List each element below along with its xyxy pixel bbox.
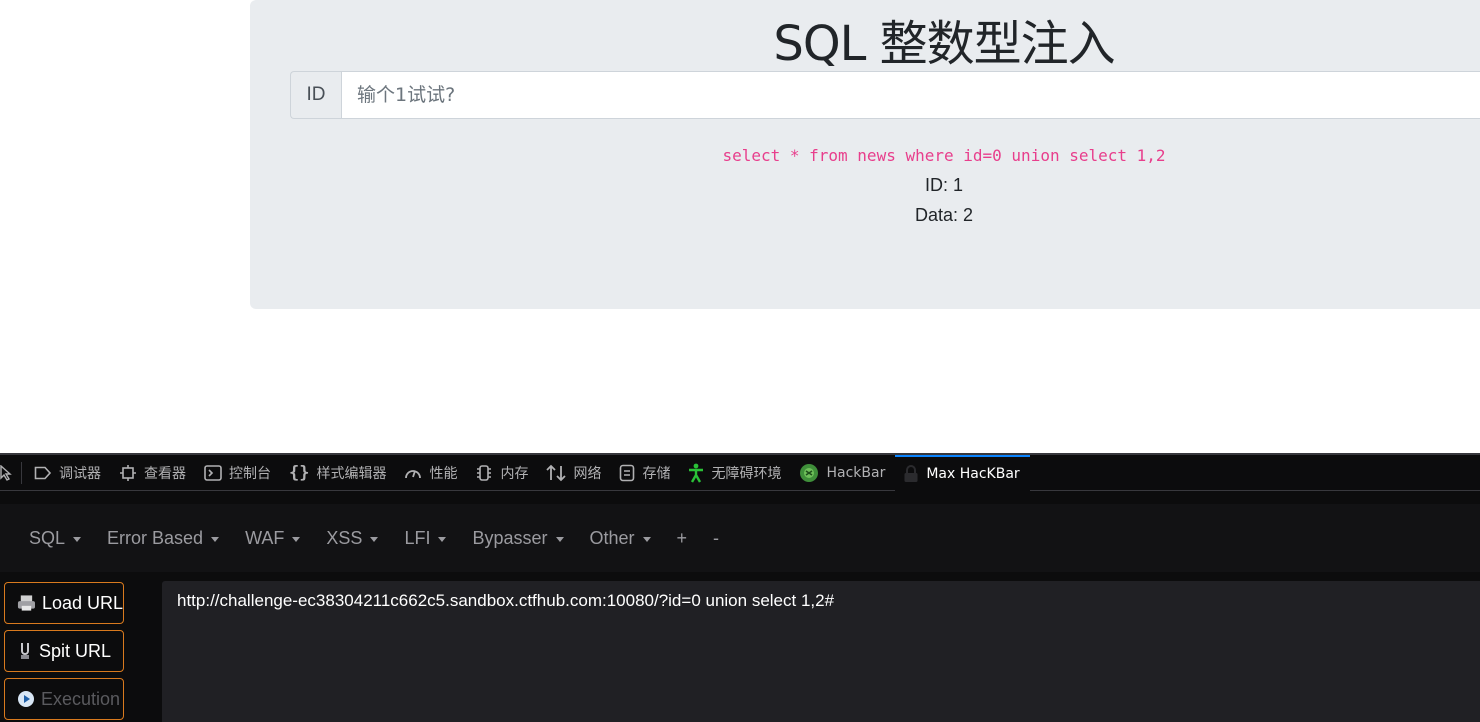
menu-waf[interactable]: WAF [232, 528, 313, 549]
caret-down-icon [211, 536, 220, 542]
tab-inspector[interactable]: 查看器 [111, 455, 196, 491]
style-editor-icon: {} [289, 462, 310, 483]
url-textarea[interactable]: http://challenge-ec38304211c662c5.sandbo… [162, 581, 1480, 722]
memory-icon [477, 464, 492, 481]
lock-icon [904, 464, 918, 482]
id-input[interactable] [341, 71, 1480, 119]
performance-icon [405, 469, 422, 478]
tab-label: 存储 [642, 465, 671, 482]
sql-query-text: select * from news where id=0 union sele… [722, 146, 1166, 165]
tab-label: 内存 [500, 465, 529, 482]
id-input-group: ID [290, 71, 1480, 119]
id-input-label: ID [290, 71, 341, 119]
menu-other[interactable]: Other [577, 528, 664, 549]
menu-sql[interactable]: SQL [16, 528, 94, 549]
split-url-label: Spit URL [39, 640, 112, 661]
execution-label: Execution [41, 688, 121, 709]
hackbar-menu: SQL Error Based WAF XSS LFI Bypasser Oth… [0, 504, 1480, 572]
menu-label: LFI [404, 527, 431, 548]
tab-label: 样式编辑器 [316, 465, 387, 482]
devtools-tab-bar: 调试器 查看器 控制台 {} 样式编辑器 性能 内存 网络 存储 无障碍环境 H… [0, 453, 1480, 491]
tab-label: Max HacKBar [926, 465, 1020, 482]
tab-label: 控制台 [229, 465, 271, 482]
tab-performance[interactable]: 性能 [396, 455, 467, 491]
page-title: SQL 整数型注入 [773, 16, 1115, 72]
debugger-icon [34, 466, 52, 479]
split-icon [21, 643, 29, 659]
result-data: Data: 2 [914, 205, 974, 225]
console-icon [204, 464, 222, 481]
element-picker-icon[interactable] [0, 461, 22, 484]
menu-label: XSS [326, 527, 363, 548]
storage-icon [620, 464, 635, 481]
tab-max-hackbar[interactable]: Max HacKBar [895, 454, 1030, 491]
menu-label: Other [589, 527, 635, 548]
menu-label: - [713, 527, 720, 548]
tab-network[interactable]: 网络 [538, 455, 611, 491]
menu-label: Bypasser [472, 527, 548, 548]
tab-style-editor[interactable]: {} 样式编辑器 [281, 455, 396, 491]
caret-down-icon [438, 536, 447, 542]
menu-label: WAF [245, 527, 285, 548]
tab-label: HackBar [826, 464, 886, 481]
menu-plus[interactable]: + [664, 528, 701, 549]
accessibility-icon [689, 463, 704, 483]
menu-lfi[interactable]: LFI [391, 528, 459, 549]
inspector-icon [120, 464, 136, 481]
devtools-panel: 调试器 查看器 控制台 {} 样式编辑器 性能 内存 网络 存储 无障碍环境 H… [0, 453, 1480, 722]
menu-error-based[interactable]: Error Based [94, 528, 232, 549]
menu-xss[interactable]: XSS [313, 528, 391, 549]
result-id: ID: 1 [924, 175, 963, 195]
tab-label: 网络 [573, 465, 602, 482]
menu-label: Error Based [107, 527, 204, 548]
caret-down-icon [292, 536, 301, 542]
menu-bypasser[interactable]: Bypasser [459, 528, 576, 549]
caret-down-icon [555, 536, 564, 542]
caret-down-icon [370, 536, 379, 542]
tab-accessibility[interactable]: 无障碍环境 [680, 455, 791, 491]
tab-debugger[interactable]: 调试器 [26, 455, 111, 491]
caret-down-icon [642, 536, 651, 542]
caret-down-icon [73, 536, 82, 542]
execution-button[interactable]: Execution [4, 678, 124, 720]
menu-label: SQL [29, 527, 66, 548]
tab-storage[interactable]: 存储 [611, 455, 680, 491]
load-url-label: Load URL [41, 592, 123, 613]
network-icon [546, 464, 567, 481]
tab-label: 性能 [429, 465, 458, 482]
load-url-button[interactable]: Load URL [4, 582, 124, 624]
screen: SQL 整数型注入 ID select * from news where id… [0, 0, 1480, 722]
tab-memory[interactable]: 内存 [467, 455, 538, 491]
load-icon [17, 595, 35, 611]
split-url-button[interactable]: Spit URL [4, 630, 124, 672]
menu-label: + [676, 527, 688, 548]
menu-minus[interactable]: - [700, 528, 732, 549]
tab-label: 查看器 [144, 465, 186, 482]
play-icon [18, 691, 34, 707]
tab-console[interactable]: 控制台 [196, 455, 281, 491]
tab-label: 无障碍环境 [711, 465, 782, 482]
tab-label: 调试器 [59, 465, 101, 482]
hackbar-icon [800, 463, 819, 482]
tab-hackbar[interactable]: HackBar [791, 455, 895, 491]
